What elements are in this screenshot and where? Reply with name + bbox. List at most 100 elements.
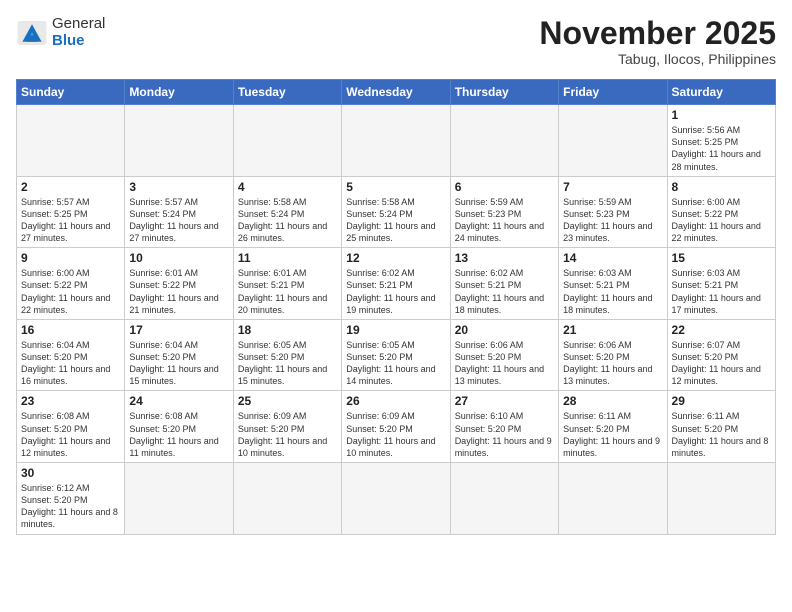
day-number: 14: [563, 251, 662, 265]
calendar-cell: 20Sunrise: 6:06 AMSunset: 5:20 PMDayligh…: [450, 319, 558, 391]
day-number: 26: [346, 394, 445, 408]
cell-info: Sunrise: 6:12 AMSunset: 5:20 PMDaylight:…: [21, 483, 118, 529]
cell-info: Sunrise: 6:00 AMSunset: 5:22 PMDaylight:…: [21, 268, 110, 314]
cell-info: Sunrise: 5:58 AMSunset: 5:24 PMDaylight:…: [346, 197, 435, 243]
weekday-header-saturday: Saturday: [667, 80, 775, 105]
logo-blue: Blue: [52, 32, 85, 49]
day-number: 9: [21, 251, 120, 265]
calendar-cell: 15 Sunrise: 6:03 AMSunset: 5:21 PMDayligh…: [667, 248, 775, 320]
day-number: 2: [21, 180, 120, 194]
calendar-cell: 3 Sunrise: 5:57 AMSunset: 5:24 PMDaylight…: [125, 176, 233, 248]
weekday-header-sunday: Sunday: [17, 80, 125, 105]
cell-info: Sunrise: 6:02 AMSunset: 5:21 PMDaylight:…: [346, 268, 435, 314]
cell-info: Sunrise: 6:03 AMSunset: 5:21 PMDaylight:…: [563, 268, 652, 314]
day-number: 15: [672, 251, 771, 265]
weekday-header-wednesday: Wednesday: [342, 80, 450, 105]
calendar-cell: 27 Sunrise: 6:10 AMSunset: 5:20 PMDayligh…: [450, 391, 558, 463]
calendar-cell: 17 Sunrise: 6:04 AMSunset: 5:20 PMDayligh…: [125, 319, 233, 391]
calendar-cell: 4Sunrise: 5:58 AMSunset: 5:24 PMDaylight…: [233, 176, 341, 248]
day-number: 30: [21, 466, 120, 480]
weekday-header-thursday: Thursday: [450, 80, 558, 105]
calendar-cell: 18 Sunrise: 6:05 AMSunset: 5:20 PMDayligh…: [233, 319, 341, 391]
day-number: 27: [455, 394, 554, 408]
day-number: 22: [672, 323, 771, 337]
day-number: 4: [238, 180, 337, 194]
calendar-cell: 25 Sunrise: 6:09 AMSunset: 5:20 PMDayligh…: [233, 391, 341, 463]
calendar-cell: 2Sunrise: 5:57 AMSunset: 5:25 PMDaylight…: [17, 176, 125, 248]
calendar-cell: 24 Sunrise: 6:08 AMSunset: 5:20 PMDayligh…: [125, 391, 233, 463]
cell-info: Sunrise: 6:01 AMSunset: 5:22 PMDaylight:…: [129, 268, 218, 314]
calendar-cell: 5 Sunrise: 5:58 AMSunset: 5:24 PMDaylight…: [342, 176, 450, 248]
location: Tabug, Ilocos, Philippines: [539, 51, 776, 67]
cell-info: Sunrise: 6:06 AMSunset: 5:20 PMDaylight:…: [455, 340, 544, 386]
day-number: 3: [129, 180, 228, 194]
calendar-cell: [125, 463, 233, 535]
calendar-table: SundayMondayTuesdayWednesdayThursdayFrid…: [16, 79, 776, 534]
calendar-cell: [125, 105, 233, 177]
cell-info: Sunrise: 6:05 AMSunset: 5:20 PMDaylight:…: [346, 340, 435, 386]
day-number: 7: [563, 180, 662, 194]
logo-text: General Blue: [52, 16, 105, 49]
cell-info: Sunrise: 6:07 AMSunset: 5:20 PMDaylight:…: [672, 340, 761, 386]
day-number: 21: [563, 323, 662, 337]
calendar-cell: [559, 463, 667, 535]
calendar-week-row: 9 Sunrise: 6:00 AMSunset: 5:22 PMDaylight…: [17, 248, 776, 320]
calendar-cell: 6Sunrise: 5:59 AMSunset: 5:23 PMDaylight…: [450, 176, 558, 248]
cell-info: Sunrise: 6:08 AMSunset: 5:20 PMDaylight:…: [129, 411, 218, 457]
day-number: 8: [672, 180, 771, 194]
day-number: 24: [129, 394, 228, 408]
logo-general: General: [52, 15, 105, 32]
day-number: 10: [129, 251, 228, 265]
cell-info: Sunrise: 6:00 AMSunset: 5:22 PMDaylight:…: [672, 197, 761, 243]
calendar-cell: 7Sunrise: 5:59 AMSunset: 5:23 PMDaylight…: [559, 176, 667, 248]
day-number: 6: [455, 180, 554, 194]
cell-info: Sunrise: 5:56 AMSunset: 5:25 PMDaylight:…: [672, 125, 761, 171]
calendar-cell: 8 Sunrise: 6:00 AMSunset: 5:22 PMDaylight…: [667, 176, 775, 248]
calendar-cell: 11Sunrise: 6:01 AMSunset: 5:21 PMDayligh…: [233, 248, 341, 320]
calendar-cell: [17, 105, 125, 177]
day-number: 23: [21, 394, 120, 408]
calendar-cell: 29Sunrise: 6:11 AMSunset: 5:20 PMDayligh…: [667, 391, 775, 463]
weekday-header-monday: Monday: [125, 80, 233, 105]
calendar-cell: 9 Sunrise: 6:00 AMSunset: 5:22 PMDaylight…: [17, 248, 125, 320]
cell-info: Sunrise: 6:06 AMSunset: 5:20 PMDaylight:…: [563, 340, 652, 386]
cell-info: Sunrise: 6:04 AMSunset: 5:20 PMDaylight:…: [129, 340, 218, 386]
day-number: 13: [455, 251, 554, 265]
calendar-cell: [342, 105, 450, 177]
month-title: November 2025: [539, 16, 776, 51]
cell-info: Sunrise: 6:09 AMSunset: 5:20 PMDaylight:…: [346, 411, 435, 457]
cell-info: Sunrise: 6:01 AMSunset: 5:21 PMDaylight:…: [238, 268, 327, 314]
weekday-header-row: SundayMondayTuesdayWednesdayThursdayFrid…: [17, 80, 776, 105]
page-header: General Blue November 2025 Tabug, Ilocos…: [16, 16, 776, 67]
calendar-cell: 23 Sunrise: 6:08 AMSunset: 5:20 PMDayligh…: [17, 391, 125, 463]
cell-info: Sunrise: 5:57 AMSunset: 5:24 PMDaylight:…: [129, 197, 218, 243]
cell-info: Sunrise: 6:02 AMSunset: 5:21 PMDaylight:…: [455, 268, 544, 314]
calendar-cell: [342, 463, 450, 535]
logo-icon: [16, 19, 48, 47]
cell-info: Sunrise: 6:04 AMSunset: 5:20 PMDaylight:…: [21, 340, 110, 386]
day-number: 5: [346, 180, 445, 194]
day-number: 17: [129, 323, 228, 337]
cell-info: Sunrise: 6:09 AMSunset: 5:20 PMDaylight:…: [238, 411, 327, 457]
day-number: 18: [238, 323, 337, 337]
calendar-cell: [559, 105, 667, 177]
day-number: 29: [672, 394, 771, 408]
cell-info: Sunrise: 6:10 AMSunset: 5:20 PMDaylight:…: [455, 411, 552, 457]
calendar-cell: 16Sunrise: 6:04 AMSunset: 5:20 PMDayligh…: [17, 319, 125, 391]
calendar-week-row: 30 Sunrise: 6:12 AMSunset: 5:20 PMDayligh…: [17, 463, 776, 535]
day-number: 25: [238, 394, 337, 408]
calendar-week-row: 1 Sunrise: 5:56 AMSunset: 5:25 PMDaylight…: [17, 105, 776, 177]
calendar-cell: 1 Sunrise: 5:56 AMSunset: 5:25 PMDaylight…: [667, 105, 775, 177]
title-area: November 2025 Tabug, Ilocos, Philippines: [539, 16, 776, 67]
cell-info: Sunrise: 6:08 AMSunset: 5:20 PMDaylight:…: [21, 411, 110, 457]
weekday-header-tuesday: Tuesday: [233, 80, 341, 105]
day-number: 1: [672, 108, 771, 122]
calendar-cell: 10 Sunrise: 6:01 AMSunset: 5:22 PMDayligh…: [125, 248, 233, 320]
calendar-cell: [233, 105, 341, 177]
logo: General Blue: [16, 16, 105, 49]
cell-info: Sunrise: 6:05 AMSunset: 5:20 PMDaylight:…: [238, 340, 327, 386]
calendar-cell: 22 Sunrise: 6:07 AMSunset: 5:20 PMDayligh…: [667, 319, 775, 391]
cell-info: Sunrise: 6:11 AMSunset: 5:20 PMDaylight:…: [563, 411, 660, 457]
cell-info: Sunrise: 6:03 AMSunset: 5:21 PMDaylight:…: [672, 268, 761, 314]
day-number: 12: [346, 251, 445, 265]
